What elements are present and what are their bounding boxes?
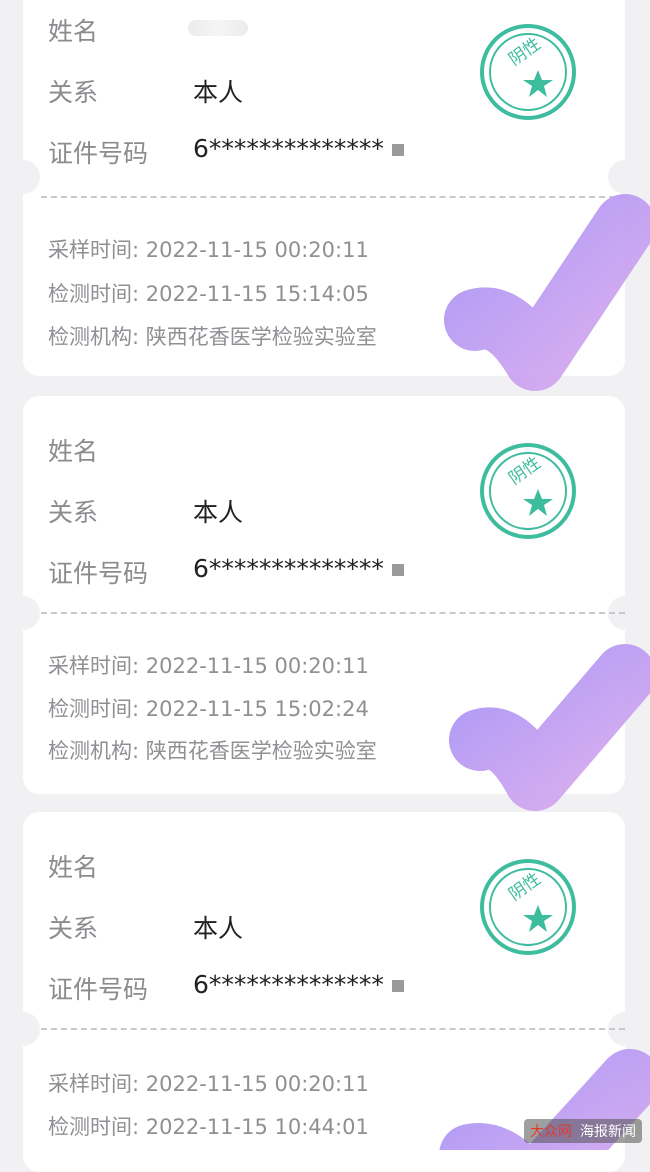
test-time-row: 检测时间: 2022-11-15 10:44:01 xyxy=(48,1111,369,1141)
test-time-row: 检测时间: 2022-11-15 15:02:24 xyxy=(48,693,369,723)
result-card-2: 姓名 关系 本人 证件号码 6************** 阴性 采样时间: 2… xyxy=(6,396,642,794)
sample-time-row: 采样时间: 2022-11-15 00:20:11 xyxy=(48,650,369,680)
redaction-mask xyxy=(391,564,404,576)
negative-stamp-icon: 阴性 xyxy=(480,859,576,955)
ticket-divider xyxy=(41,1028,625,1030)
name-row: 姓名 xyxy=(48,12,98,48)
sample-time-label: 采样时间: xyxy=(48,1072,140,1096)
id-row: 证件号码 6************** xyxy=(48,554,404,590)
redaction-mask xyxy=(391,144,404,156)
svg-text:阴性: 阴性 xyxy=(505,869,544,905)
id-value: 6************** xyxy=(193,554,404,583)
relation-label: 关系 xyxy=(48,498,99,527)
name-row: 姓名 xyxy=(48,848,98,884)
sample-time-value: 2022-11-15 00:20:11 xyxy=(145,1072,369,1096)
test-time-value: 2022-11-15 15:14:05 xyxy=(145,282,369,306)
name-row: 姓名 xyxy=(48,432,98,468)
test-org-label: 检测机构: xyxy=(48,739,140,763)
test-time-value: 2022-11-15 15:02:24 xyxy=(145,697,369,721)
sample-time-row: 采样时间: 2022-11-15 00:20:11 xyxy=(48,234,369,264)
test-time-value: 2022-11-15 10:44:01 xyxy=(145,1115,369,1139)
test-org-label: 检测机构: xyxy=(48,325,140,349)
id-value: 6************** xyxy=(193,134,404,163)
relation-row: 关系 本人 xyxy=(48,73,243,109)
svg-text:阴性: 阴性 xyxy=(505,453,544,489)
test-org-row: 检测机构: 陕西花香医学检验实验室 xyxy=(48,735,377,765)
name-label: 姓名 xyxy=(48,853,99,882)
name-redacted xyxy=(188,20,248,36)
watermark-left: 大众网 xyxy=(530,1124,572,1140)
relation-value: 本人 xyxy=(193,78,244,107)
negative-stamp-icon: 阴性 xyxy=(480,443,576,539)
id-label: 证件号码 xyxy=(48,139,149,168)
relation-label: 关系 xyxy=(48,78,99,107)
relation-row: 关系 本人 xyxy=(48,493,243,529)
negative-stamp-icon: 阴性 xyxy=(480,24,576,120)
id-row: 证件号码 6************** xyxy=(48,134,404,170)
test-time-row: 检测时间: 2022-11-15 15:14:05 xyxy=(48,278,369,308)
id-value: 6************** xyxy=(193,970,404,999)
relation-value: 本人 xyxy=(193,914,244,943)
sample-time-label: 采样时间: xyxy=(48,654,140,678)
id-label: 证件号码 xyxy=(48,975,149,1004)
relation-label: 关系 xyxy=(48,914,99,943)
id-row: 证件号码 6************** xyxy=(48,970,404,1006)
test-time-label: 检测时间: xyxy=(48,1115,140,1139)
test-time-label: 检测时间: xyxy=(48,697,140,721)
sample-time-label: 采样时间: xyxy=(48,238,140,262)
name-label: 姓名 xyxy=(48,437,99,466)
watermark-right: 海报新闻 xyxy=(580,1124,636,1140)
ticket-divider xyxy=(41,196,625,198)
sample-time-value: 2022-11-15 00:20:11 xyxy=(145,238,369,262)
name-label: 姓名 xyxy=(48,17,99,46)
relation-value: 本人 xyxy=(193,498,244,527)
sample-time-row: 采样时间: 2022-11-15 00:20:11 xyxy=(48,1068,369,1098)
svg-text:阴性: 阴性 xyxy=(505,34,544,70)
redaction-mask xyxy=(391,980,404,992)
test-org-row: 检测机构: 陕西花香医学检验实验室 xyxy=(48,321,377,351)
relation-row: 关系 本人 xyxy=(48,909,243,945)
watermark: 大众网 海报新闻 xyxy=(524,1119,642,1143)
result-card-1: 姓名 关系 本人 证件号码 6************** 阴性 采样时间: 2… xyxy=(6,0,642,376)
ticket-divider xyxy=(41,612,625,614)
sample-time-value: 2022-11-15 00:20:11 xyxy=(145,654,369,678)
test-time-label: 检测时间: xyxy=(48,282,140,306)
result-card-3: 姓名 关系 本人 证件号码 6************** 阴性 采样时间: 2… xyxy=(6,812,642,1172)
test-org-value: 陕西花香医学检验实验室 xyxy=(145,739,377,763)
id-label: 证件号码 xyxy=(48,559,149,588)
test-org-value: 陕西花香医学检验实验室 xyxy=(145,325,377,349)
